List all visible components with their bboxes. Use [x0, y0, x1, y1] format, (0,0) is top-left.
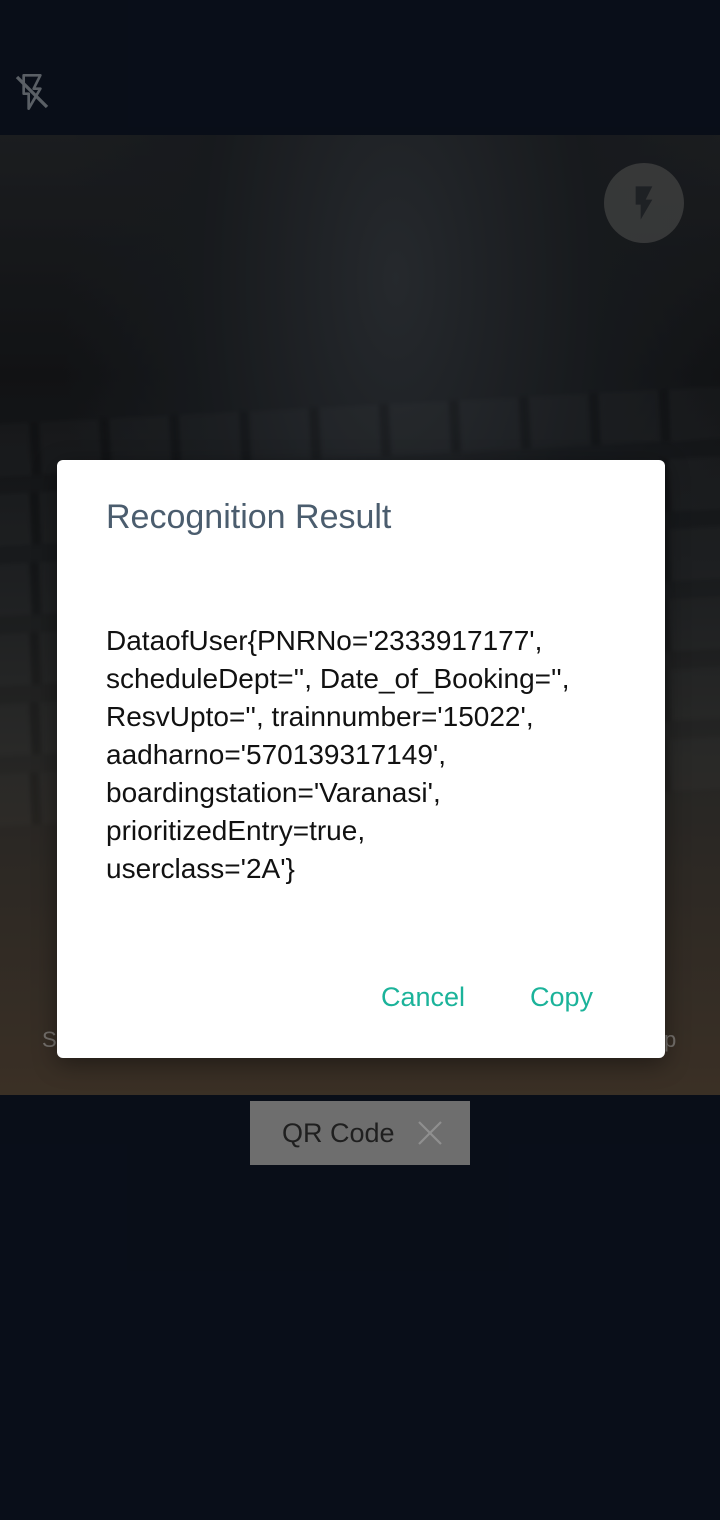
message-line: userclass='2A'} — [106, 853, 295, 884]
message-line: DataofUser{PNRNo='2333917177', — [106, 625, 543, 656]
dialog-title: Recognition Result — [106, 498, 392, 536]
recognition-result-dialog: Recognition Result DataofUser{PNRNo='233… — [57, 460, 665, 1058]
copy-button[interactable]: Copy — [530, 982, 593, 1013]
dialog-message: DataofUser{PNRNo='2333917177', scheduleD… — [106, 622, 631, 888]
message-line: aadharno='570139317149', — [106, 739, 447, 770]
message-line: scheduleDept='', Date_of_Booking='', — [106, 663, 570, 694]
scan-mode-label: QR Code — [282, 1117, 395, 1148]
message-line: prioritizedEntry=true, — [106, 815, 366, 846]
message-line: ResvUpto='', trainnumber='15022', — [106, 701, 534, 732]
scan-mode-chip[interactable]: QR Code — [250, 1101, 470, 1165]
close-icon[interactable] — [416, 1119, 444, 1147]
cancel-button[interactable]: Cancel — [381, 982, 465, 1013]
message-line: boardingstation='Varanasi', — [106, 777, 441, 808]
